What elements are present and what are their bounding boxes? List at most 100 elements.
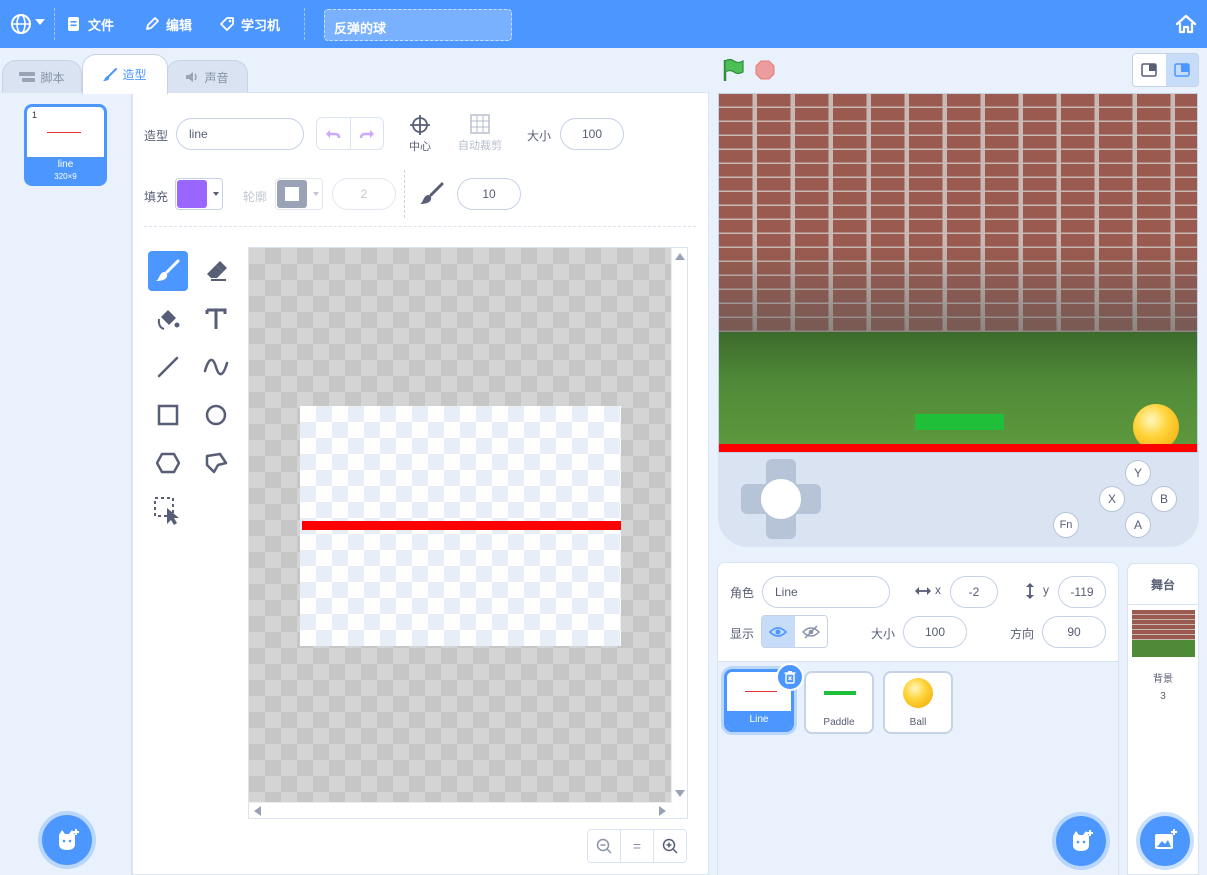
sprite-tile-ball[interactable]: Ball <box>883 671 953 734</box>
y-position-input[interactable]: -119 <box>1058 576 1106 608</box>
tab-costumes-label: 造型 <box>122 68 147 82</box>
text-tool[interactable] <box>196 299 236 339</box>
show-sprite-button[interactable] <box>762 616 795 647</box>
paint-canvas-area[interactable] <box>248 247 688 819</box>
chevron-down-icon <box>313 192 319 196</box>
rectangle-tool[interactable] <box>148 395 188 435</box>
direction-input[interactable]: 90 <box>1042 616 1106 648</box>
paint-canvas[interactable] <box>249 248 673 804</box>
costume-name-label: 造型 <box>144 129 169 143</box>
add-costume-button[interactable] <box>42 815 92 865</box>
gamepad-a-button[interactable]: A <box>1125 512 1151 538</box>
menu-divider <box>304 8 305 40</box>
green-flag-icon[interactable] <box>722 58 744 85</box>
trash-icon <box>784 671 796 684</box>
gamepad-fn-button[interactable]: Fn <box>1053 512 1079 538</box>
sprite-thumbnail <box>903 678 933 708</box>
horizontal-scrollbar[interactable] <box>249 802 673 818</box>
learning-machine-menu[interactable]: 学习机 <box>219 14 280 34</box>
fill-tool[interactable] <box>148 299 188 339</box>
polygon-tool[interactable] <box>148 443 188 483</box>
large-stage-button[interactable] <box>1165 54 1198 86</box>
undo-redo-group <box>316 117 384 150</box>
gamepad-x-button[interactable]: X <box>1099 486 1125 512</box>
costume-artboard[interactable] <box>300 406 621 646</box>
stage-size-toggle <box>1132 53 1199 87</box>
file-menu[interactable]: 文件 <box>66 14 114 34</box>
joystick[interactable] <box>759 477 803 521</box>
add-backdrop-button[interactable] <box>1140 816 1190 866</box>
stop-icon[interactable] <box>755 60 775 83</box>
sprite-tile-paddle[interactable]: Paddle <box>804 671 874 734</box>
costume-size-input[interactable]: 100 <box>560 118 624 150</box>
home-icon[interactable] <box>1175 13 1197 38</box>
scroll-right-icon[interactable] <box>659 806 666 816</box>
freeform-shape-tool[interactable] <box>196 443 236 483</box>
line-sprite[interactable] <box>719 444 1197 452</box>
fill-color-picker[interactable] <box>175 178 223 210</box>
zoom-out-button[interactable] <box>588 830 620 862</box>
size-label: 大小 <box>527 129 552 143</box>
eraser-tool[interactable] <box>196 251 236 291</box>
circle-tool[interactable] <box>196 395 236 435</box>
auto-crop-button[interactable]: 自动裁剪 <box>455 113 505 153</box>
show-label: 显示 <box>730 627 755 641</box>
tab-code[interactable]: 脚本 <box>2 60 82 93</box>
tab-costumes[interactable]: 造型 <box>82 54 168 94</box>
thumbnail-grass <box>1132 640 1195 657</box>
undo-button[interactable] <box>317 118 351 149</box>
hide-sprite-button[interactable] <box>794 616 827 647</box>
scroll-up-icon[interactable] <box>675 253 685 260</box>
center-button[interactable]: 中心 <box>406 114 434 154</box>
paddle-sprite[interactable] <box>915 414 1004 430</box>
sprite-size-input[interactable]: 100 <box>903 616 967 648</box>
costume-number: 1 <box>32 110 38 120</box>
gamepad-y-button[interactable]: Y <box>1125 460 1151 486</box>
costume-item[interactable]: 1 line 320×9 <box>24 104 107 186</box>
zoom-in-button[interactable] <box>653 830 686 862</box>
globe-icon[interactable] <box>10 13 32 38</box>
marquee-cursor-icon <box>154 497 179 525</box>
zoom-reset-button[interactable]: = <box>620 830 653 862</box>
cat-plus-icon <box>1073 830 1093 851</box>
backdrops-count: 3 <box>1160 691 1166 702</box>
sprite-tile-label: Line <box>727 711 791 729</box>
x-position-input[interactable]: -2 <box>950 576 998 608</box>
stage-pane-title: 舞台 <box>1150 578 1175 592</box>
outline-label: 轮廓 <box>243 190 268 204</box>
costume-red-line[interactable] <box>302 521 621 530</box>
curve-icon <box>203 358 229 376</box>
tag-icon <box>220 17 234 31</box>
costume-name-input[interactable]: line <box>176 118 304 150</box>
edit-menu[interactable]: 编辑 <box>144 14 192 34</box>
brush-size-input[interactable]: 10 <box>457 178 521 210</box>
fill-color-swatch <box>177 180 207 208</box>
delete-sprite-button[interactable] <box>776 663 804 691</box>
add-sprite-button[interactable] <box>1056 816 1106 866</box>
chevron-down-icon[interactable] <box>35 19 45 25</box>
outline-width-input[interactable]: 2 <box>332 178 396 210</box>
costume-size: 320×9 <box>54 172 77 181</box>
sprite-name-input[interactable]: Line <box>762 576 890 608</box>
select-tool[interactable] <box>148 491 188 531</box>
outline-color-picker[interactable] <box>275 178 323 210</box>
tab-sounds[interactable]: 声音 <box>166 60 248 93</box>
line-tool[interactable] <box>148 347 188 387</box>
redo-button[interactable] <box>351 118 384 149</box>
line-icon <box>157 356 179 378</box>
small-stage-button[interactable] <box>1133 54 1166 86</box>
wall-shadow <box>719 244 1197 334</box>
image-plus-icon <box>1155 829 1177 849</box>
undo-icon <box>326 129 341 138</box>
stage-canvas[interactable] <box>718 93 1198 453</box>
project-title-input[interactable]: 反弹的球 <box>324 9 512 41</box>
vertical-scrollbar[interactable] <box>671 248 687 804</box>
scroll-down-icon[interactable] <box>675 790 685 797</box>
curve-tool[interactable] <box>196 347 236 387</box>
scroll-left-icon[interactable] <box>254 806 261 816</box>
brush-tool[interactable] <box>148 251 188 291</box>
sprite-size-label: 大小 <box>871 627 896 641</box>
tab-code-label: 脚本 <box>40 70 65 85</box>
chevron-down-icon <box>213 192 219 196</box>
gamepad-b-button[interactable]: B <box>1151 486 1177 512</box>
